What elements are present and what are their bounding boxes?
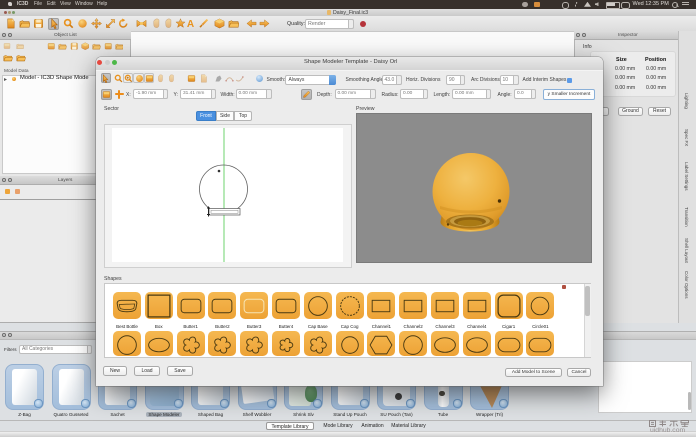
svg-text:A: A [187, 19, 195, 29]
